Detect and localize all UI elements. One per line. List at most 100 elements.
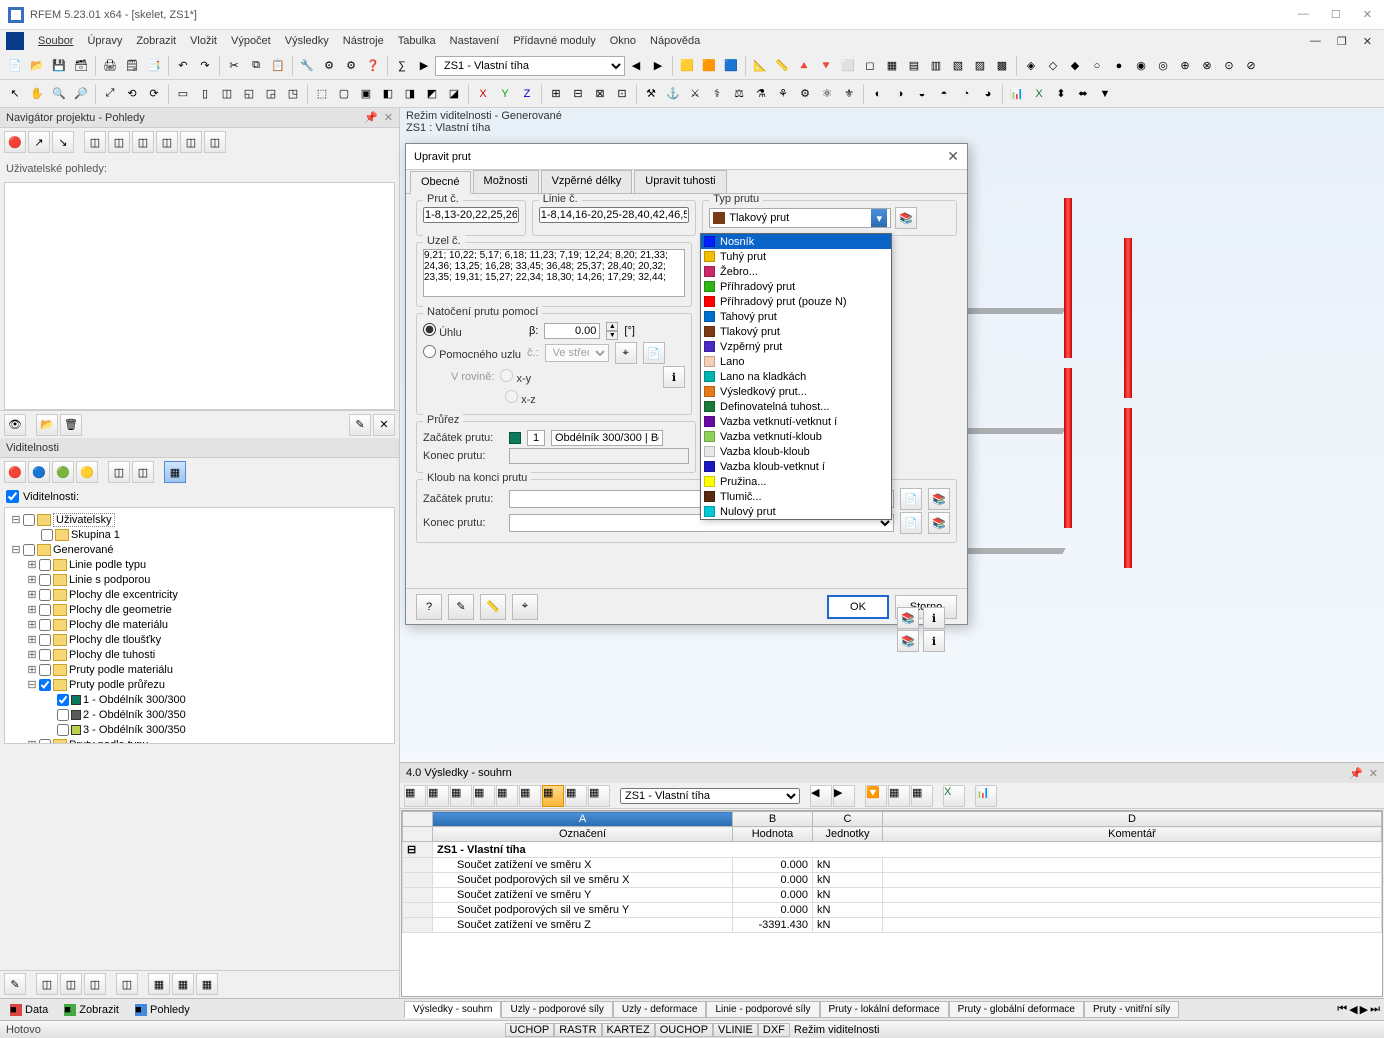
results-pin-icon[interactable]: 📌 (1349, 767, 1363, 780)
t2-f[interactable]: ⟲ (122, 84, 142, 104)
settings-icon[interactable]: ⚙ (319, 56, 339, 76)
section-info-icon[interactable]: ℹ (923, 607, 945, 629)
tb-i[interactable]: ▥ (926, 56, 946, 76)
opt-lano-kladky[interactable]: Lano na kladkách (701, 369, 891, 384)
t2-s[interactable]: ◩ (422, 84, 442, 104)
rt-filter[interactable]: 🔽 (865, 785, 887, 807)
t2-v[interactable]: ⊟ (568, 84, 588, 104)
nvb5[interactable]: ✕ (373, 414, 395, 436)
tb-a[interactable]: 📐 (750, 56, 770, 76)
vt3-c[interactable]: ◫ (60, 973, 82, 995)
rt-c[interactable]: ▦ (450, 785, 472, 807)
nv-btn4[interactable]: ◫ (84, 131, 106, 153)
t2-z[interactable]: ⚓ (663, 84, 683, 104)
menu-vlozit[interactable]: Vložit (184, 33, 223, 49)
vis-b7-active[interactable]: ▦ (164, 461, 186, 483)
spin-down[interactable]: ▼ (606, 331, 618, 340)
tb-d[interactable]: 🔻 (816, 56, 836, 76)
rtab-5[interactable]: Pruty - globální deformace (949, 1001, 1084, 1018)
nv-btn2[interactable]: ↗ (28, 131, 50, 153)
tb-p[interactable]: ○ (1087, 56, 1107, 76)
t2-ag[interactable]: ⚛ (817, 84, 837, 104)
dtab-vzperne[interactable]: Vzpěrné délky (541, 170, 633, 193)
rt-h[interactable]: ▦ (565, 785, 587, 807)
tab-data[interactable]: ■Data (4, 1002, 54, 1018)
tb-h[interactable]: ▤ (904, 56, 924, 76)
rtab-prev[interactable]: ◀ (1349, 1003, 1357, 1016)
t2-y[interactable]: ⚒ (641, 84, 661, 104)
status-ouchop[interactable]: OUCHOP (655, 1023, 713, 1037)
opt-pruzina[interactable]: Pružina... (701, 474, 891, 489)
t2-ad[interactable]: ⚗ (751, 84, 771, 104)
vt3-d[interactable]: ◫ (84, 973, 106, 995)
status-dxf[interactable]: DXF (758, 1023, 790, 1037)
chevron-down-icon[interactable]: ▾ (871, 209, 887, 227)
copy-icon[interactable]: ⧉ (246, 56, 266, 76)
paste-icon[interactable]: 📋 (268, 56, 288, 76)
print-icon[interactable]: 🖨 (100, 56, 120, 76)
t2-p[interactable]: ▣ (356, 84, 376, 104)
tb-j[interactable]: ▧ (948, 56, 968, 76)
t2-chart-icon[interactable]: 📊 (1007, 84, 1027, 104)
rtab-next[interactable]: ▶ (1360, 1003, 1368, 1016)
calc-icon[interactable]: ∑ (392, 56, 412, 76)
opt-vzperny[interactable]: Vzpěrný prut (701, 339, 891, 354)
t2-ah[interactable]: ⚜ (839, 84, 859, 104)
status-rastr[interactable]: RASTR (554, 1023, 601, 1037)
rt-d[interactable]: ▦ (473, 785, 495, 807)
gear-icon[interactable]: ⚙ (341, 56, 361, 76)
t2-aq[interactable]: ▼ (1095, 84, 1115, 104)
rt-g-active[interactable]: ▦ (542, 785, 564, 807)
printpreview-icon[interactable]: 🗒 (122, 56, 142, 76)
opt-kloub-kloub[interactable]: Vazba kloub-kloub (701, 444, 891, 459)
mdi-minimize[interactable]: — (1304, 33, 1327, 50)
mdi-close[interactable]: ✕ (1357, 33, 1378, 50)
nvb2[interactable]: 📂 (36, 414, 58, 436)
tb-q[interactable]: ● (1109, 56, 1129, 76)
results-loadcase-combo[interactable]: ZS1 - Vlastní tíha (620, 788, 800, 804)
rtab-3[interactable]: Linie - podporové síly (706, 1001, 819, 1018)
opt-lano[interactable]: Lano (701, 354, 891, 369)
uhlu-radio[interactable] (423, 323, 436, 336)
hinge-start-new-icon[interactable]: 📄 (900, 488, 922, 510)
redo-icon[interactable]: ↷ (195, 56, 215, 76)
nv-btn1[interactable]: 🔴 (4, 131, 26, 153)
menu-nastroje[interactable]: Nástroje (337, 33, 390, 49)
rt-next[interactable]: ▶ (833, 785, 855, 807)
t2-axis-x[interactable]: X (473, 84, 493, 104)
t2-axis-z[interactable]: Z (517, 84, 537, 104)
t2-ao[interactable]: ⬍ (1051, 84, 1071, 104)
new-icon[interactable]: 📄 (5, 56, 25, 76)
t2-u[interactable]: ⊞ (546, 84, 566, 104)
vis-b6[interactable]: ◫ (132, 461, 154, 483)
opt-prihrad-n[interactable]: Příhradový prut (pouze N) (701, 294, 891, 309)
t2-aa[interactable]: ⚔ (685, 84, 705, 104)
dialog-close-icon[interactable]: ✕ (947, 148, 959, 165)
rt-excel-icon[interactable]: X (943, 785, 965, 807)
nvb4[interactable]: ✎ (349, 414, 371, 436)
vt3-b[interactable]: ◫ (36, 973, 58, 995)
rtab-1[interactable]: Uzly - podporové síly (501, 1001, 612, 1018)
nvb3[interactable]: 🗑 (60, 414, 82, 436)
new-node-icon[interactable]: 📄 (643, 342, 665, 364)
pin-icon[interactable]: 📌 (364, 111, 378, 124)
menu-soubor[interactable]: Soubor (32, 33, 79, 49)
tb-u[interactable]: ⊗ (1197, 56, 1217, 76)
t2-h[interactable]: ▭ (173, 84, 193, 104)
vt3-a[interactable]: ✎ (4, 973, 26, 995)
vis-b3[interactable]: 🟢 (52, 461, 74, 483)
tb-m[interactable]: ◈ (1021, 56, 1041, 76)
rtab-first[interactable]: ⏮ (1337, 1003, 1347, 1016)
prut-c-input[interactable] (423, 207, 519, 223)
tab-pohledy[interactable]: ■Pohledy (129, 1002, 196, 1018)
minimize-button[interactable]: — (1294, 8, 1313, 21)
tb-s[interactable]: ◎ (1153, 56, 1173, 76)
t2-b[interactable]: ✋ (27, 84, 47, 104)
t2-l[interactable]: ◲ (261, 84, 281, 104)
dtab-tuhosti[interactable]: Upravit tuhosti (634, 170, 726, 193)
t2-m[interactable]: ◳ (283, 84, 303, 104)
t2-ai[interactable]: ◐ (868, 84, 888, 104)
vis-b1[interactable]: 🔴 (4, 461, 26, 483)
menu-tabulka[interactable]: Tabulka (392, 33, 442, 49)
results-grid[interactable]: A B C D Označení Hodnota Jednotky Koment… (401, 810, 1383, 997)
